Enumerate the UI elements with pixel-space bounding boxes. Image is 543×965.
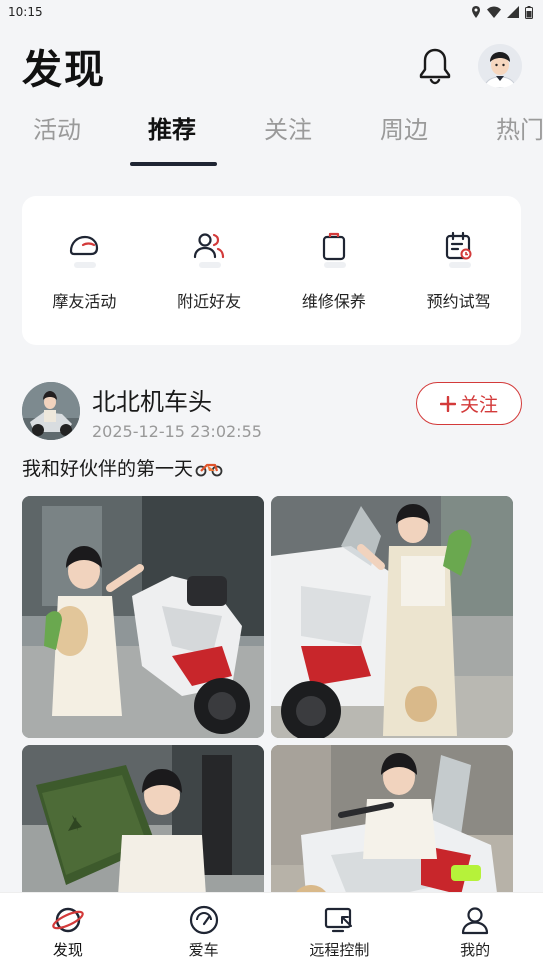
- wifi-icon: [487, 6, 501, 18]
- status-bar: 10:15: [0, 0, 543, 24]
- post-header: 北北机车头 2025-12-15 23:02:55 关注: [22, 380, 522, 444]
- friends-icon: [189, 226, 229, 268]
- status-time: 10:15: [8, 5, 43, 19]
- motorcycle-emoji-icon: [195, 463, 223, 476]
- motorcycle-photo-image: [271, 496, 513, 738]
- nav-profile[interactable]: 我的: [407, 893, 543, 965]
- nav-label: 爱车: [188, 941, 219, 959]
- header: 发现: [22, 38, 522, 94]
- quick-action-label: 摩友活动: [52, 292, 117, 311]
- quick-action-nearby-friends[interactable]: 附近好友: [147, 196, 272, 345]
- motorcycle-photo-image: [22, 496, 264, 738]
- author-avatar[interactable]: [22, 382, 80, 440]
- signal-icon: [507, 6, 519, 18]
- tab-following[interactable]: 关注: [264, 108, 312, 158]
- toolbox-icon: [314, 226, 354, 268]
- location-icon: [472, 6, 480, 18]
- plus-icon: [439, 395, 456, 412]
- bottom-nav: 发现 爱车 远程控制 我的: [0, 892, 543, 965]
- header-actions: [418, 44, 522, 88]
- author-avatar-image: [22, 382, 80, 440]
- user-icon: [462, 907, 489, 935]
- quick-action-test-ride[interactable]: 预约试驾: [396, 196, 521, 345]
- active-tab-indicator: [130, 162, 217, 166]
- quick-action-label: 附近好友: [177, 292, 242, 311]
- follow-label: 关注: [459, 394, 498, 416]
- calendar-icon: [439, 226, 479, 268]
- post-timestamp: 2025-12-15 23:02:55: [92, 422, 262, 441]
- helmet-icon: [64, 226, 104, 268]
- nav-discover[interactable]: 发现: [0, 893, 136, 965]
- tab-hot[interactable]: 热门: [496, 108, 543, 158]
- follow-button[interactable]: 关注: [416, 382, 522, 425]
- category-tabs: 活动 推荐 关注 周边 热门: [0, 108, 543, 168]
- post-caption: 我和好伙伴的第一天: [22, 458, 194, 480]
- feed-post: 北北机车头 2025-12-15 23:02:55 关注 我和好伙伴的第一天: [22, 380, 522, 965]
- quick-action-rider-events[interactable]: 摩友活动: [22, 196, 147, 345]
- nav-my-vehicle[interactable]: 爱车: [136, 893, 272, 965]
- nav-remote-control[interactable]: 远程控制: [272, 893, 408, 965]
- planet-icon: [52, 907, 84, 933]
- post-photo[interactable]: [22, 496, 264, 738]
- post-text: 我和好伙伴的第一天: [22, 454, 522, 481]
- nav-label: 发现: [52, 941, 83, 959]
- speedometer-icon: [189, 905, 218, 935]
- nav-label: 远程控制: [309, 941, 370, 959]
- remote-screen-icon: [325, 907, 353, 933]
- battery-icon: [525, 5, 533, 19]
- quick-action-label: 预约试驾: [426, 292, 491, 311]
- quick-actions-card: 摩友活动 附近好友 维修保养 预约试驾: [22, 196, 521, 345]
- status-icons: [471, 5, 533, 19]
- quick-action-maintenance[interactable]: 维修保养: [272, 196, 397, 345]
- page-title: 发现: [22, 47, 106, 93]
- quick-action-label: 维修保养: [301, 292, 366, 311]
- post-photo[interactable]: [271, 496, 513, 738]
- tab-activity[interactable]: 活动: [33, 108, 81, 158]
- tab-recommended[interactable]: 推荐: [148, 108, 196, 158]
- tab-nearby[interactable]: 周边: [380, 108, 428, 158]
- avatar[interactable]: [478, 44, 522, 88]
- user-avatar-icon: [478, 44, 522, 88]
- author-name[interactable]: 北北机车头: [92, 382, 212, 417]
- bell-icon[interactable]: [418, 47, 452, 85]
- nav-label: 我的: [460, 941, 491, 959]
